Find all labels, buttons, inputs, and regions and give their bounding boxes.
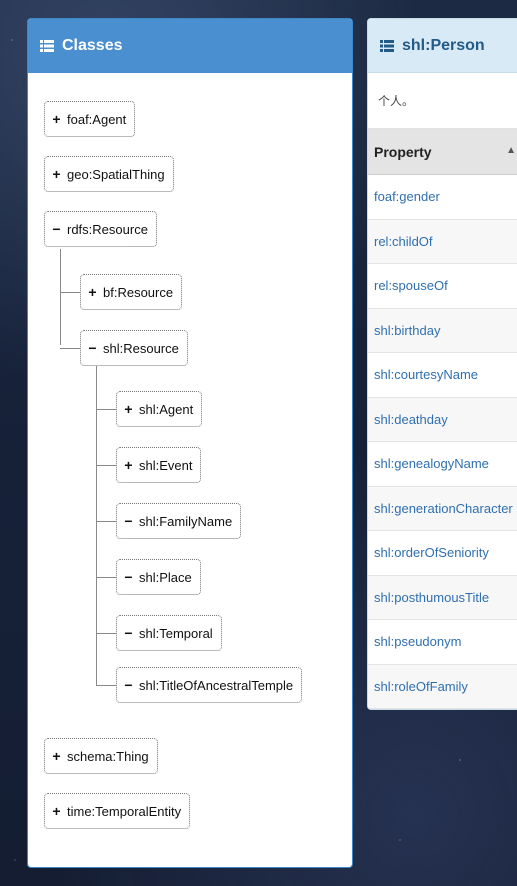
property-list: foaf:gender rel:childOf rel:spouseOf shl…	[368, 175, 517, 709]
tree-node-shl-temporal[interactable]: − shl:Temporal	[116, 615, 222, 651]
class-detail-header: shl:Person	[368, 19, 517, 73]
expand-plus-icon: +	[52, 111, 61, 127]
classes-panel-title: Classes	[62, 37, 123, 54]
tree-node-label: geo:SpatialThing	[67, 166, 165, 182]
collapse-minus-icon: −	[52, 221, 61, 237]
tree-connector	[96, 577, 116, 578]
tree-node-shl-familyname[interactable]: − shl:FamilyName	[116, 503, 242, 539]
tree-node-label: shl:FamilyName	[139, 513, 233, 529]
expand-plus-icon: +	[52, 748, 61, 764]
property-link-shl-pseudonym[interactable]: shl:pseudonym	[368, 620, 517, 665]
tree-node-label: time:TemporalEntity	[67, 803, 182, 819]
tree-connector	[60, 292, 80, 293]
class-detail-panel: shl:Person 个人。 Property ▲ foaf:gender re…	[367, 18, 517, 710]
tree-connector	[60, 348, 80, 349]
property-link-shl-birthday[interactable]: shl:birthday	[368, 308, 517, 353]
list-icon	[380, 39, 394, 52]
class-description: 个人。	[368, 73, 517, 129]
property-link-shl-deathday[interactable]: shl:deathday	[368, 397, 517, 442]
tree-connector	[96, 409, 116, 410]
list-icon	[40, 40, 54, 52]
property-link-foaf-gender[interactable]: foaf:gender	[368, 175, 517, 220]
tree-node-shl-agent[interactable]: + shl:Agent	[116, 391, 203, 427]
tree-connector	[96, 633, 116, 634]
tree-node-label: shl:Agent	[139, 401, 194, 417]
tree-node-label: rdfs:Resource	[67, 221, 148, 237]
collapse-minus-icon: −	[124, 677, 133, 693]
classes-panel: Classes + foaf:Agent + geo:SpatialThing …	[27, 18, 353, 868]
tree-node-foaf-agent[interactable]: + foaf:Agent	[44, 101, 136, 137]
property-link-shl-courtesyname[interactable]: shl:courtesyName	[368, 353, 517, 398]
collapse-minus-icon: −	[124, 513, 133, 529]
tree-node-label: foaf:Agent	[67, 111, 127, 127]
tree-node-label: shl:Place	[139, 569, 192, 585]
tree-node-shl-event[interactable]: + shl:Event	[116, 447, 202, 483]
collapse-minus-icon: −	[88, 340, 97, 356]
property-column-label: Property	[374, 143, 432, 160]
expand-plus-icon: +	[124, 401, 133, 417]
tree-node-label: shl:Resource	[103, 340, 179, 356]
classes-panel-header: Classes	[28, 19, 352, 73]
expand-plus-icon: +	[52, 803, 61, 819]
tree-connector	[96, 465, 116, 466]
property-column-header[interactable]: Property ▲	[368, 129, 517, 175]
tree-node-shl-resource[interactable]: − shl:Resource	[80, 330, 188, 366]
expand-plus-icon: +	[88, 284, 97, 300]
tree-node-bf-resource[interactable]: + bf:Resource	[80, 274, 183, 310]
property-link-rel-spouseof[interactable]: rel:spouseOf	[368, 264, 517, 309]
tree-node-rdfs-resource[interactable]: − rdfs:Resource	[44, 211, 157, 247]
property-link-rel-childof[interactable]: rel:childOf	[368, 219, 517, 264]
tree-connector	[60, 249, 61, 345]
tree-node-schema-thing[interactable]: + schema:Thing	[44, 738, 158, 774]
tree-connector	[96, 685, 116, 686]
sort-ascending-icon[interactable]: ▲	[506, 145, 516, 156]
tree-node-shl-place[interactable]: − shl:Place	[116, 559, 201, 595]
tree-node-geo-spatialthing[interactable]: + geo:SpatialThing	[44, 156, 174, 192]
property-link-shl-generationcharacter[interactable]: shl:generationCharacter	[368, 486, 517, 531]
tree-node-time-temporalentity[interactable]: + time:TemporalEntity	[44, 793, 191, 829]
expand-plus-icon: +	[52, 166, 61, 182]
property-link-shl-posthumoustitle[interactable]: shl:posthumousTitle	[368, 575, 517, 620]
tree-node-label: bf:Resource	[103, 284, 174, 300]
class-detail-title: shl:Person	[402, 36, 485, 54]
property-link-shl-orderofseniority[interactable]: shl:orderOfSeniority	[368, 531, 517, 576]
tree-connector	[96, 521, 116, 522]
tree-node-label: shl:TitleOfAncestralTemple	[139, 677, 294, 693]
collapse-minus-icon: −	[124, 625, 133, 641]
tree-node-label: shl:Event	[139, 457, 193, 473]
tree-connector	[96, 365, 97, 685]
property-link-shl-genealogyname[interactable]: shl:genealogyName	[368, 442, 517, 487]
tree-node-label: shl:Temporal	[139, 625, 213, 641]
expand-plus-icon: +	[124, 457, 133, 473]
tree-node-shl-titleofancestraltemple[interactable]: − shl:TitleOfAncestralTemple	[116, 667, 303, 703]
tree-node-label: schema:Thing	[67, 748, 149, 764]
property-link-shl-roleoffamily[interactable]: shl:roleOfFamily	[368, 664, 517, 709]
collapse-minus-icon: −	[124, 569, 133, 585]
